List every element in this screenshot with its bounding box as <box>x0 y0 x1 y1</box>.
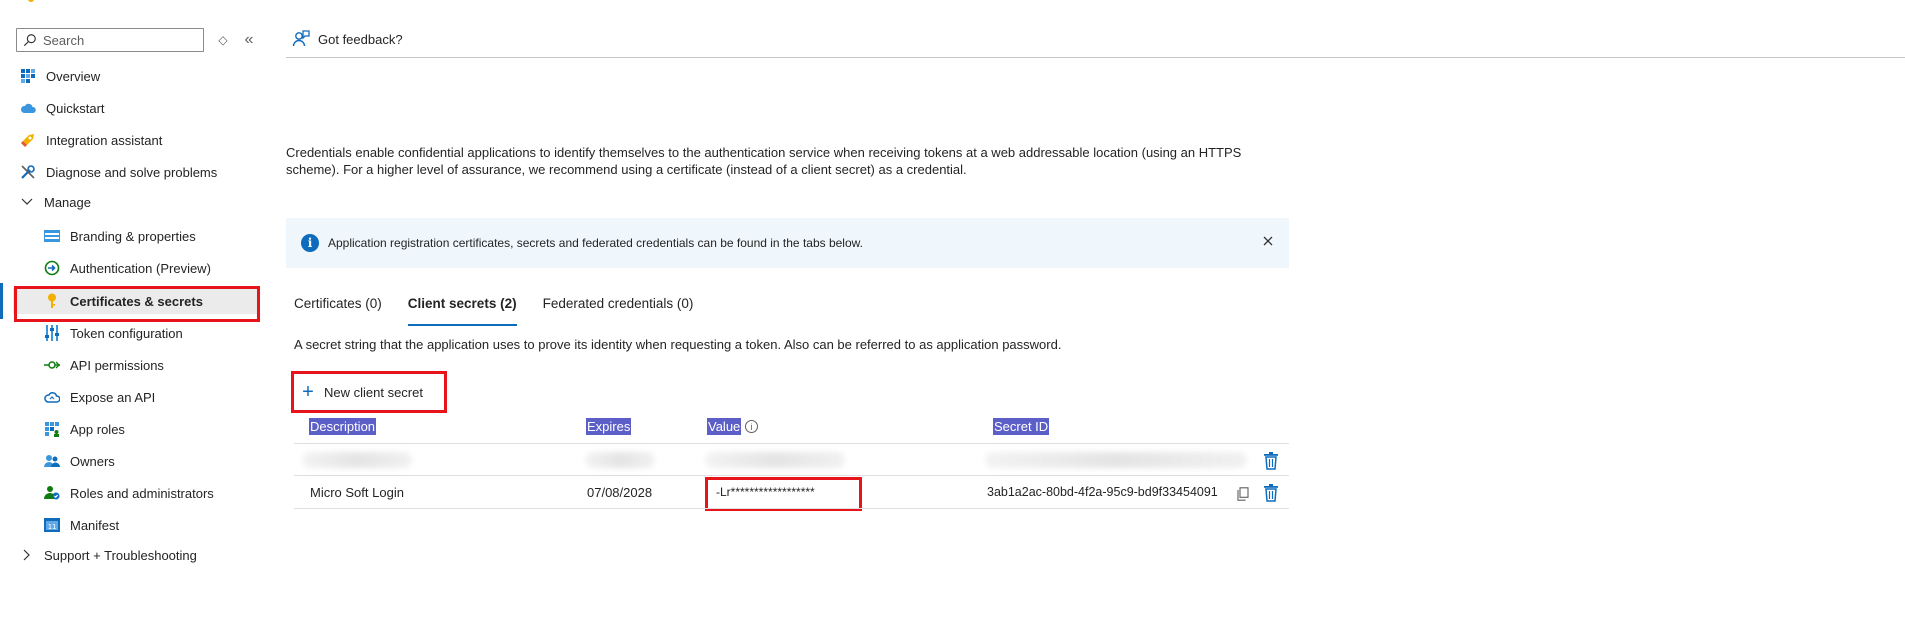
brand-icon <box>28 0 34 2</box>
selected-indicator <box>0 283 3 319</box>
sidebar-item-expose-api[interactable]: Expose an API <box>44 384 155 410</box>
roles-administrators-icon <box>44 485 60 501</box>
sidebar-item-label: Diagnose and solve problems <box>46 164 218 180</box>
table-row-divider <box>294 443 1289 444</box>
token-configuration-icon <box>44 325 60 341</box>
info-banner: i Application registration certificates,… <box>286 218 1289 268</box>
authentication-icon <box>44 260 60 276</box>
svg-text:11: 11 <box>48 523 56 531</box>
sidebar-item-overview[interactable]: Overview <box>20 63 100 89</box>
chevron-down-icon <box>20 195 34 209</box>
copy-icon[interactable] <box>1237 487 1249 501</box>
redacted-value <box>705 452 845 468</box>
divider <box>286 57 1905 58</box>
table-row-divider <box>294 475 1289 476</box>
sidebar-item-label: Owners <box>70 453 115 469</box>
sidebar-item-label: Integration assistant <box>46 132 163 148</box>
overview-icon <box>20 68 36 84</box>
sidebar-item-label: API permissions <box>70 357 164 373</box>
search-placeholder: Search <box>43 32 85 48</box>
table-row-divider <box>294 508 1289 509</box>
sidebar-item-label: Branding & properties <box>70 228 196 244</box>
credentials-description: Credentials enable confidential applicat… <box>286 145 1242 177</box>
rocket-icon <box>20 132 36 148</box>
tab-certificates[interactable]: Certificates (0) <box>294 296 382 326</box>
secret-description: Micro Soft Login <box>310 485 404 500</box>
sidebar-item-label: App roles <box>70 421 125 437</box>
tab-federated-credentials[interactable]: Federated credentials (0) <box>543 296 694 326</box>
sidebar-item-app-roles[interactable]: App roles <box>44 416 125 442</box>
column-header-expires[interactable]: Expires <box>586 418 632 435</box>
cloud-api-icon <box>44 389 60 405</box>
redacted-expires <box>585 452 655 468</box>
sidebar-item-label: Authentication (Preview) <box>70 260 211 276</box>
sidebar-item-label: Expose an API <box>70 389 156 405</box>
api-permissions-icon <box>44 357 60 373</box>
manifest-icon: 11 <box>44 517 60 533</box>
sidebar-search-row: Search ◇ « <box>16 28 258 52</box>
secret-expires: 07/08/2028 <box>587 485 653 500</box>
search-icon <box>23 34 36 47</box>
redacted-secret-id <box>985 452 1247 468</box>
credential-tabs: Certificates (0) Client secrets (2) Fede… <box>294 296 719 326</box>
column-header-secret-id[interactable]: Secret ID <box>993 418 1050 435</box>
column-header-description[interactable]: Description <box>309 418 377 435</box>
sidebar-group-support[interactable]: Support + Troubleshooting <box>20 542 197 568</box>
highlight-box-secret-value <box>705 477 862 511</box>
redacted-description <box>302 452 412 468</box>
sidebar-item-owners[interactable]: Owners <box>44 448 115 474</box>
feedback-icon <box>292 30 310 47</box>
sidebar-item-label: Manifest <box>70 517 120 533</box>
sidebar-item-roles-administrators[interactable]: Roles and administrators <box>44 480 214 506</box>
client-secrets-description: A secret string that the application use… <box>294 337 1062 352</box>
highlight-box-certificates <box>14 286 260 322</box>
info-circle-icon[interactable]: i <box>745 420 758 433</box>
owners-icon <box>44 453 60 469</box>
sidebar-item-label: Roles and administrators <box>70 485 214 501</box>
feedback-button[interactable]: Got feedback? <box>292 28 403 50</box>
search-input[interactable]: Search <box>16 28 204 52</box>
sidebar-item-label: Overview <box>46 68 101 84</box>
sidebar-item-token-configuration[interactable]: Token configuration <box>44 320 183 346</box>
cloud-icon <box>20 100 36 116</box>
collapse-sidebar-icon[interactable]: « <box>240 31 258 49</box>
sidebar-item-label: Quickstart <box>46 100 105 116</box>
sidebar-item-label: Token configuration <box>70 325 183 341</box>
tab-client-secrets[interactable]: Client secrets (2) <box>407 296 517 326</box>
close-icon[interactable] <box>1261 234 1275 248</box>
sidebar-item-api-permissions[interactable]: API permissions <box>44 352 164 378</box>
chevron-right-icon <box>20 548 34 562</box>
wrench-icon <box>20 164 36 180</box>
secret-id: 3ab1a2ac-80bd-4f2a-95c9-bd9f33454091 <box>987 485 1218 499</box>
banner-text: Application registration certificates, s… <box>328 236 863 250</box>
sidebar-item-integration-assistant[interactable]: Integration assistant <box>20 127 162 153</box>
sidebar-item-branding[interactable]: Branding & properties <box>44 223 196 249</box>
sidebar-item-label: Support + Troubleshooting <box>44 547 197 563</box>
app-roles-icon <box>44 421 60 437</box>
feedback-label: Got feedback? <box>318 31 403 47</box>
sidebar: Search ◇ « Overview Quickstart Integrati… <box>0 0 266 644</box>
sidebar-item-label: Manage <box>44 194 91 210</box>
sidebar-item-manifest[interactable]: 11 Manifest <box>44 512 119 538</box>
branding-icon <box>44 228 60 244</box>
sidebar-item-authentication[interactable]: Authentication (Preview) <box>44 255 211 281</box>
sort-icon[interactable]: ◇ <box>214 31 232 49</box>
info-icon: i <box>301 234 319 252</box>
sidebar-item-diagnose[interactable]: Diagnose and solve problems <box>20 159 217 185</box>
highlight-box-new-secret <box>291 371 447 413</box>
sidebar-group-manage[interactable]: Manage <box>20 189 91 215</box>
delete-icon[interactable] <box>1263 452 1279 470</box>
delete-icon[interactable] <box>1263 484 1279 502</box>
column-header-value[interactable]: Value <box>707 418 742 435</box>
sidebar-item-quickstart[interactable]: Quickstart <box>20 95 105 121</box>
